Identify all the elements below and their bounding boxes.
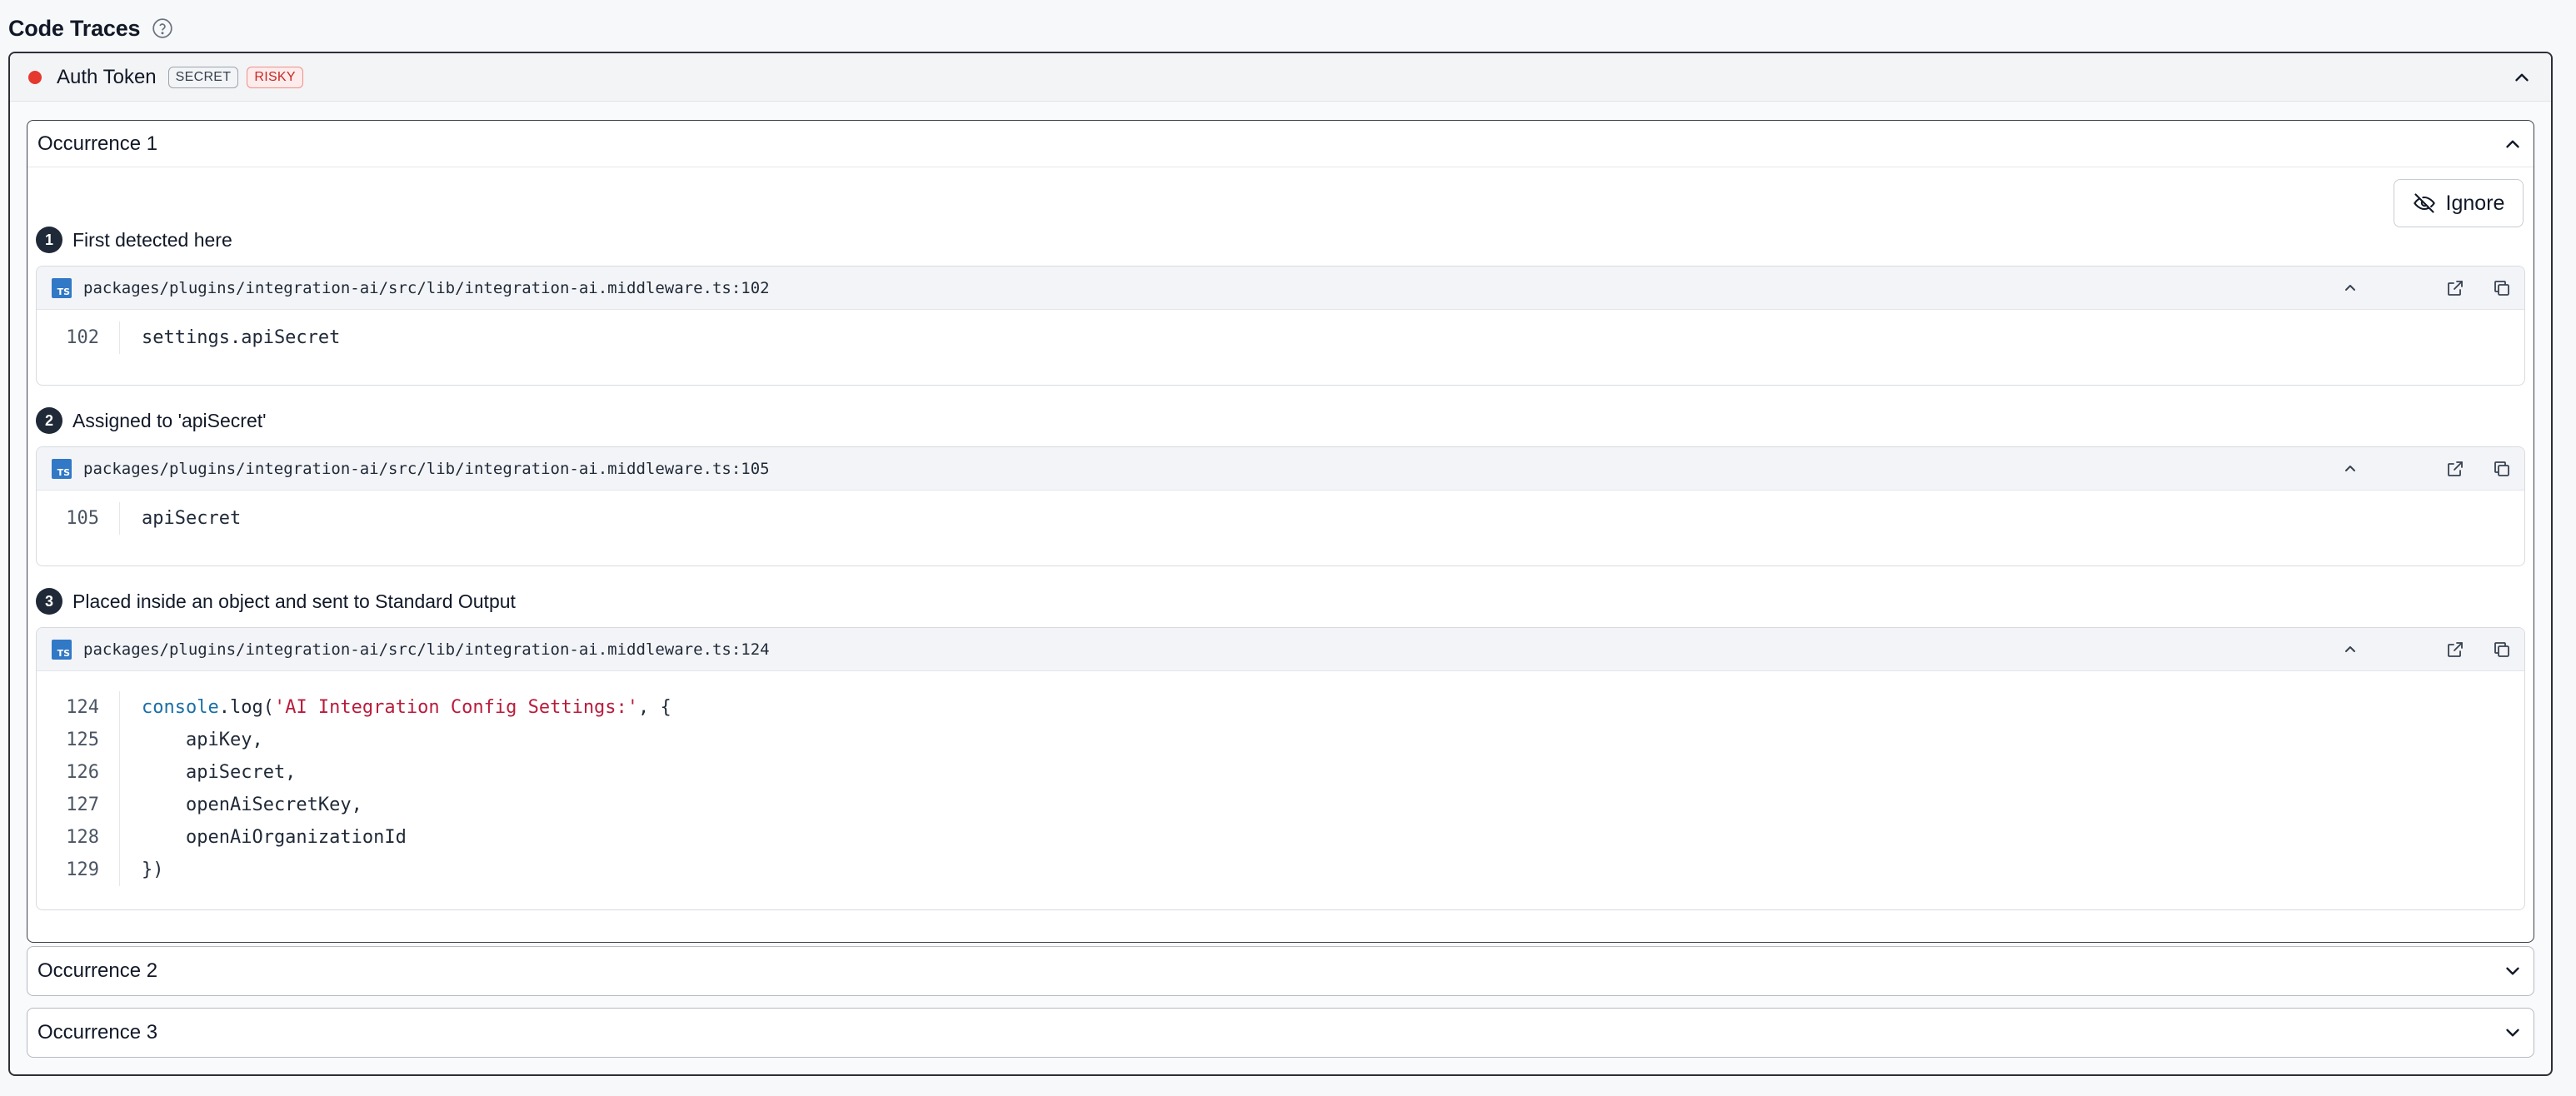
secret-badge: SECRET: [167, 66, 239, 88]
code-line: 129 }): [37, 854, 2524, 886]
external-link-icon[interactable]: [2444, 458, 2466, 480]
chevron-up-icon[interactable]: [2511, 67, 2533, 88]
step-number: 1: [36, 227, 62, 253]
code-line: 127 openAiSecretKey,: [37, 789, 2524, 821]
code-panel-1: TS packages/plugins/integration-ai/src/l…: [36, 266, 2525, 386]
file-bar: TS packages/plugins/integration-ai/src/l…: [37, 447, 2524, 491]
line-number: 126: [37, 756, 120, 789]
code-line: 102 settings.apiSecret: [37, 321, 2524, 354]
line-number: 127: [37, 789, 120, 821]
eye-off-icon: [2413, 193, 2435, 213]
copy-icon[interactable]: [2491, 277, 2513, 299]
occurrence-title: Occurrence 2: [37, 959, 158, 982]
code-text: settings.apiSecret: [142, 327, 341, 348]
line-number: 124: [37, 691, 120, 724]
code-body: 124 console.log('AI Integration Config S…: [37, 671, 2524, 898]
trace-step-1: 1 First detected here: [36, 226, 232, 254]
code-line: 125 apiKey,: [37, 724, 2524, 756]
page-title: Code Traces: [8, 15, 141, 41]
code-text: apiKey,: [142, 730, 263, 750]
file-path: packages/plugins/integration-ai/src/lib/…: [83, 459, 770, 478]
status-dot: [28, 70, 42, 84]
file-path: packages/plugins/integration-ai/src/lib/…: [83, 278, 770, 297]
code-text: apiSecret: [142, 508, 242, 529]
occurrence-3-header[interactable]: Occurrence 3: [27, 1009, 2534, 1056]
occurrence-title: Occurrence 1: [37, 132, 158, 155]
finding-card: Auth Token SECRET RISKY Occurrence 1 Ign…: [8, 52, 2553, 1076]
code-line: 124 console.log('AI Integration Config S…: [37, 691, 2524, 724]
finding-title: Auth Token: [57, 65, 157, 88]
trace-step-2: 2 Assigned to 'apiSecret': [36, 406, 267, 435]
file-bar: TS packages/plugins/integration-ai/src/l…: [37, 267, 2524, 310]
copy-icon[interactable]: [2491, 639, 2513, 660]
code-text: apiSecret,: [142, 762, 297, 783]
chevron-down-icon[interactable]: [2502, 1022, 2524, 1044]
occurrence-2[interactable]: Occurrence 2: [27, 946, 2534, 996]
code-token: , {: [638, 697, 671, 718]
external-link-icon[interactable]: [2444, 639, 2466, 660]
trace-step-3: 3 Placed inside an object and sent to St…: [36, 587, 516, 615]
ignore-label: Ignore: [2445, 191, 2505, 215]
typescript-file-icon: TS: [52, 277, 72, 298]
code-body: 105 apiSecret: [37, 491, 2524, 546]
occurrence-2-header[interactable]: Occurrence 2: [27, 947, 2534, 994]
line-number: 105: [37, 502, 120, 535]
code-panel-2: TS packages/plugins/integration-ai/src/l…: [36, 446, 2525, 566]
risky-badge: RISKY: [247, 66, 303, 88]
code-body: 102 settings.apiSecret: [37, 310, 2524, 366]
step-label: Assigned to 'apiSecret': [72, 409, 267, 431]
occurrence-3[interactable]: Occurrence 3: [27, 1008, 2534, 1058]
code-text: console.log('AI Integration Config Setti…: [120, 697, 671, 718]
step-number: 3: [36, 588, 62, 615]
file-bar: TS packages/plugins/integration-ai/src/l…: [37, 628, 2524, 671]
code-token-string: 'AI Integration Config Settings:': [273, 697, 639, 718]
code-line: 105 apiSecret: [37, 502, 2524, 535]
code-line: 128 openAiOrganizationId: [37, 821, 2524, 854]
code-token-function: console: [142, 697, 219, 718]
line-number: 128: [37, 821, 120, 854]
chevron-up-icon[interactable]: [2339, 277, 2361, 299]
code-text: openAiOrganizationId: [142, 827, 407, 848]
finding-header[interactable]: Auth Token SECRET RISKY: [10, 53, 2551, 102]
chevron-up-icon[interactable]: [2502, 133, 2524, 155]
step-number: 2: [36, 407, 62, 434]
line-number: 125: [37, 724, 120, 756]
page-header: Code Traces: [8, 12, 173, 45]
chevron-up-icon[interactable]: [2339, 639, 2361, 660]
typescript-file-icon: TS: [52, 639, 72, 660]
occurrence-title: Occurrence 3: [37, 1020, 158, 1044]
code-line: 126 apiSecret,: [37, 756, 2524, 789]
step-label: First detected here: [72, 228, 232, 251]
chevron-down-icon[interactable]: [2502, 960, 2524, 982]
copy-icon[interactable]: [2491, 458, 2513, 480]
chevron-up-icon[interactable]: [2339, 458, 2361, 480]
code-token: .log(: [218, 697, 274, 718]
code-panel-3: TS packages/plugins/integration-ai/src/l…: [36, 627, 2525, 910]
file-path: packages/plugins/integration-ai/src/lib/…: [83, 640, 770, 659]
question-circle-icon[interactable]: [152, 17, 173, 39]
line-number: 129: [37, 854, 120, 886]
step-label: Placed inside an object and sent to Stan…: [72, 590, 516, 612]
ignore-button[interactable]: Ignore: [2394, 179, 2524, 227]
code-text: }): [142, 859, 164, 880]
code-text: openAiSecretKey,: [142, 795, 362, 815]
occurrence-1: Occurrence 1 Ignore 1 First detected her…: [27, 120, 2534, 943]
typescript-file-icon: TS: [52, 458, 72, 479]
line-number: 102: [37, 321, 120, 354]
occurrence-1-header[interactable]: Occurrence 1: [27, 121, 2534, 167]
external-link-icon[interactable]: [2444, 277, 2466, 299]
